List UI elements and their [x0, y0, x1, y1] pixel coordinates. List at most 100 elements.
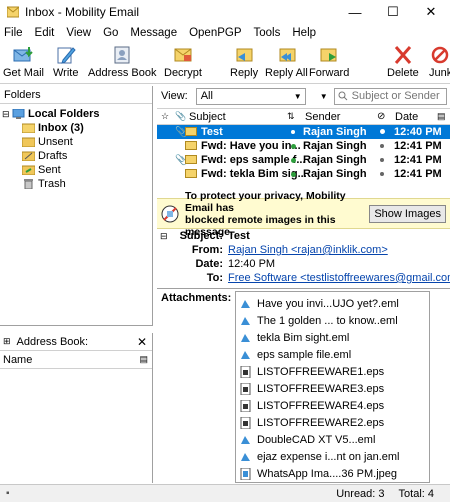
- eml-file-icon: [240, 298, 251, 310]
- menu-help[interactable]: Help: [286, 27, 322, 39]
- message-sender: Rajan Singh: [303, 154, 367, 166]
- message-row[interactable]: Fwd: tekla Bim sig... Rajan Singh 12:41 …: [157, 167, 450, 181]
- folder-label: Trash: [38, 178, 66, 190]
- attachment-item[interactable]: LISTOFFREEWARE1.eps: [240, 364, 384, 380]
- message-row[interactable]: 📎 Fwd: eps sample f... Rajan Singh 12:41…: [157, 153, 450, 167]
- reply-all-label: Reply All: [265, 67, 308, 79]
- write-button[interactable]: Write: [53, 45, 78, 79]
- message-row[interactable]: Fwd: Have you in... Rajan Singh 12:41 PM: [157, 139, 450, 153]
- column-picker-icon[interactable]: ▤: [139, 354, 148, 365]
- folder-inbox[interactable]: Inbox (3): [21, 121, 84, 135]
- column-picker-icon[interactable]: ▤: [437, 111, 446, 122]
- delete-icon: [394, 46, 412, 64]
- attachment-item[interactable]: LISTOFFREEWARE3.eps: [240, 381, 384, 397]
- message-row[interactable]: 📎 Test Rajan Singh 12:40 PM: [157, 125, 450, 139]
- eps-file-icon: [240, 399, 251, 413]
- view-label: View:: [161, 90, 188, 102]
- menu-edit[interactable]: Edit: [29, 27, 61, 39]
- attachment-item[interactable]: DoubleCAD XT V5...eml: [240, 432, 375, 448]
- sender-column[interactable]: Sender: [305, 111, 340, 123]
- delete-button[interactable]: Delete: [387, 45, 419, 79]
- attachment-column-icon[interactable]: 📎: [175, 111, 186, 122]
- address-book-title: Address Book:: [16, 335, 89, 348]
- folder-drafts[interactable]: Drafts: [21, 149, 67, 163]
- attachment-name: eps sample file.eml: [257, 349, 352, 361]
- attachment-item[interactable]: eps sample file.eml: [240, 347, 351, 363]
- attachment-item[interactable]: LISTOFFREEWARE2.eps: [240, 415, 384, 431]
- menu-view[interactable]: View: [60, 27, 97, 39]
- address-book-button[interactable]: Address Book: [88, 45, 156, 79]
- eml-file-icon: [240, 349, 251, 361]
- collapse-icon[interactable]: ⊟: [2, 109, 12, 120]
- subject-column[interactable]: Subject: [189, 111, 226, 123]
- from-link[interactable]: Rajan Singh <rajan@inklik.com>: [228, 244, 388, 256]
- date-column[interactable]: Date: [395, 111, 418, 123]
- thread-column-icon[interactable]: ☆: [161, 111, 169, 122]
- decrypt-icon: [174, 48, 192, 62]
- message-subject: Test: [201, 126, 223, 138]
- to-link[interactable]: Free Software <testlistoffreewares@gmail…: [228, 272, 450, 284]
- get-mail-button[interactable]: Get Mail: [3, 45, 44, 79]
- reply-button[interactable]: Reply: [230, 45, 258, 79]
- menu-message[interactable]: Message: [124, 27, 183, 39]
- junk-column-icon[interactable]: ⊘: [377, 111, 385, 122]
- eml-file-icon: [240, 451, 251, 463]
- subject-value: Test: [228, 230, 250, 242]
- eml-file-icon: [240, 315, 251, 327]
- attachment-item[interactable]: The 1 golden ... to know..eml: [240, 313, 398, 329]
- attachment-item[interactable]: tekla Bim sight.eml: [240, 330, 349, 346]
- status-dot: [380, 172, 384, 176]
- attachment-name: LISTOFFREEWARE1.eps: [257, 366, 385, 378]
- menu-file[interactable]: File: [0, 27, 29, 39]
- junk-icon: [431, 46, 449, 64]
- junk-button[interactable]: Junk: [429, 45, 450, 79]
- forward-button[interactable]: Forward: [309, 45, 349, 79]
- search-input[interactable]: Subject or Sender: [333, 87, 447, 105]
- privacy-icon: [161, 205, 179, 222]
- window-title: Inbox - Mobility Email: [25, 5, 140, 19]
- notice-line-1: To protect your privacy, Mobility Email …: [185, 189, 346, 214]
- attachment-item[interactable]: ejaz expense i...nt on jan.eml: [240, 449, 399, 465]
- message-list-header: ☆ 📎 Subject ⇅ Sender ⊘ Date ▤: [157, 109, 450, 125]
- attachment-item[interactable]: Have you invi...UJO yet?.eml: [240, 296, 399, 312]
- reply-all-button[interactable]: Reply All: [265, 45, 308, 79]
- message-date: 12:41 PM: [394, 140, 442, 152]
- message-subject: Fwd: eps sample f...: [201, 154, 306, 166]
- close-window-button[interactable]: ✕: [412, 0, 450, 24]
- date-value: 12:40 PM: [228, 258, 276, 270]
- menu-tools[interactable]: Tools: [248, 27, 287, 39]
- address-book-label: Address Book: [88, 67, 157, 79]
- folder-sent[interactable]: Sent: [21, 163, 61, 177]
- menu-go[interactable]: Go: [97, 27, 124, 39]
- message-sender: Rajan Singh: [303, 168, 367, 180]
- folders-header: Folders: [0, 86, 152, 104]
- address-book-column-header[interactable]: Name ▤: [0, 351, 152, 369]
- dropdown-icon[interactable]: ▼: [320, 92, 328, 101]
- folder-trash[interactable]: Trash: [22, 177, 66, 191]
- eml-file-icon: [240, 434, 251, 446]
- attachment-item[interactable]: LISTOFFREEWARE4.eps: [240, 398, 384, 414]
- inbox-icon: [21, 123, 36, 134]
- folder-unsent[interactable]: Unsent: [21, 135, 73, 149]
- attachment-item[interactable]: WhatsApp Ima....36 PM.jpeg: [240, 466, 397, 482]
- expand-icon[interactable]: ⊞: [3, 336, 11, 347]
- computer-icon: [12, 108, 25, 119]
- folder-local-folders[interactable]: ⊟ Local Folders: [2, 107, 100, 121]
- title-bar: Inbox - Mobility Email — ☐ ✕: [0, 0, 450, 24]
- close-icon[interactable]: ✕: [137, 335, 147, 349]
- menu-openpgp[interactable]: OpenPGP: [183, 27, 247, 39]
- eml-file-icon: [240, 332, 251, 344]
- decrypt-button[interactable]: Decrypt: [164, 45, 202, 79]
- get-mail-label: Get Mail: [3, 67, 44, 79]
- reply-all-icon: [279, 48, 296, 62]
- maximize-button[interactable]: ☐: [374, 0, 412, 24]
- status-icon: ▪: [6, 488, 10, 499]
- view-select[interactable]: All ▼: [195, 87, 306, 105]
- message-date: 12:40 PM: [394, 126, 442, 138]
- app-icon: [6, 6, 20, 18]
- folder-label: Unsent: [38, 136, 73, 148]
- read-column-icon[interactable]: ⇅: [287, 111, 295, 122]
- envelope-icon: [185, 141, 197, 150]
- show-images-button[interactable]: Show Images: [369, 204, 446, 223]
- minimize-button[interactable]: —: [336, 0, 374, 24]
